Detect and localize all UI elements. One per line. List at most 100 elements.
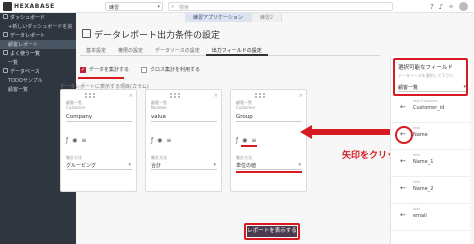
field-cards: × 顧客一覧 Customer Company ƒ ◉ ≡ 集計方法 グルーピング… <box>60 89 307 192</box>
arrow-left-icon[interactable]: ← <box>400 157 406 165</box>
database-icon <box>3 68 8 73</box>
aggregate-option[interactable]: ✓ データを集計する <box>80 66 129 73</box>
card-meta: 顧客一覧 Customer <box>66 100 86 110</box>
list-item[interactable]: ← text Name_2 <box>391 177 470 204</box>
app-tabs: 練習アプリケーション 練習2 <box>185 13 283 22</box>
highlight-underline <box>78 77 124 79</box>
list-icon[interactable]: ≡ <box>251 137 256 144</box>
cross-option[interactable]: クロス集計を利用する <box>141 66 200 73</box>
settings-tabs: 基本設定 権限の設定 データソースの設定 出力フィールドの設定 <box>80 44 380 56</box>
workspace-value: 練習 <box>109 5 120 11</box>
field-card[interactable]: × 顧客一覧 Number value ƒ ◉ ≡ 集計方法 合計 ▾ <box>145 89 222 192</box>
available-fields-panel: 選択可能なフィールド データソースを選択して下さい 顧客一覧 ▾ ← text C… <box>390 56 470 244</box>
chevron-down-icon: ▾ <box>213 162 216 168</box>
sidebar-item-dashboard[interactable]: ダッシュボード <box>0 13 76 22</box>
sidebar-item-new-dashboard[interactable]: +新しいダッシュボードを追 <box>0 22 76 31</box>
available-fields-header: 選択可能なフィールド データソースを選択して下さい 顧客一覧 ▾ <box>393 58 468 96</box>
drag-handle-icon[interactable] <box>85 93 96 98</box>
card-meta: 顧客一覧 Number <box>151 100 168 110</box>
list-item[interactable]: ← text email <box>391 204 470 231</box>
chevron-down-icon: ▾ <box>157 4 160 10</box>
app-tab-practice[interactable]: 練習アプリケーション <box>185 13 252 22</box>
search-input[interactable]: ⌕ 検索 <box>168 2 393 11</box>
sidebar-item-favorites[interactable]: よく使う一覧 <box>0 49 76 58</box>
drag-handle-icon[interactable] <box>170 93 181 98</box>
tab-permissions[interactable]: 権限の設定 <box>112 44 149 56</box>
star-icon <box>3 50 8 55</box>
aggregate-method-label: 集計方法 <box>151 155 167 160</box>
card-icons: ƒ ◉ ≡ <box>236 137 256 144</box>
eye-icon[interactable]: ◉ <box>72 137 77 144</box>
aggregate-method-label: 集計方法 <box>236 155 252 160</box>
close-icon[interactable]: × <box>214 93 218 99</box>
list-icon[interactable]: ≡ <box>81 137 86 144</box>
field-card[interactable]: × 顧客一覧 Customer Group ƒ ◉ ≡ 集計方法 単位の値 ▾ <box>230 89 307 192</box>
sidebar-item-database[interactable]: データベース <box>0 67 76 76</box>
function-icon[interactable]: ƒ <box>151 137 153 144</box>
arrow-left-icon[interactable]: ← <box>400 184 406 192</box>
available-fields-subtitle: データソースを選択して下さい <box>398 73 454 78</box>
aggregate-method-select[interactable]: グルーピング ▾ <box>66 162 132 170</box>
aggregate-method-label: 集計方法 <box>66 155 82 160</box>
arrow-left-icon[interactable]: ← <box>400 130 406 138</box>
help-icon[interactable]: ? <box>430 3 434 11</box>
highlight-underline <box>241 145 257 147</box>
aggregate-method-select[interactable]: 単位の値 ▾ <box>236 162 302 170</box>
search-placeholder: 検索 <box>179 5 190 11</box>
highlight-underline <box>236 171 302 173</box>
field-name-input[interactable]: value <box>151 114 217 122</box>
show-report-button-frame: レポートを表示する <box>244 223 300 240</box>
drag-handle-icon[interactable] <box>255 93 266 98</box>
annotation-arrow-icon <box>300 125 392 139</box>
page-title: データレポート出力条件の設定 <box>94 31 221 41</box>
close-icon[interactable]: × <box>299 93 303 99</box>
aggregate-method-select[interactable]: 合計 ▾ <box>151 162 217 170</box>
aggregate-label: データを集計する <box>89 67 130 73</box>
table-icon <box>82 29 91 38</box>
app-tab-practice2[interactable]: 練習2 <box>251 13 283 22</box>
aggregate-options: ✓ データを集計する クロス集計を利用する <box>80 66 200 73</box>
eye-icon[interactable]: ◉ <box>242 137 247 144</box>
bell-icon[interactable]: ♪ <box>439 3 443 11</box>
function-icon[interactable]: ƒ <box>66 137 68 144</box>
tab-basic[interactable]: 基本設定 <box>80 44 112 56</box>
show-report-button[interactable]: レポートを表示する <box>247 226 297 237</box>
chevron-down-icon: ▾ <box>128 162 131 168</box>
list-icon[interactable]: ≡ <box>166 137 171 144</box>
bird-icon[interactable]: ✧ <box>448 3 454 11</box>
header-icons: ? ♪ ✧ <box>430 2 468 11</box>
close-icon[interactable]: × <box>129 93 133 99</box>
arrow-left-icon[interactable]: ← <box>400 103 406 111</box>
card-icons: ƒ ◉ ≡ <box>66 137 86 144</box>
sidebar-item-data-report[interactable]: データレポート <box>0 31 76 40</box>
eye-icon[interactable]: ◉ <box>157 137 162 144</box>
arrow-left-icon[interactable]: ← <box>400 211 406 219</box>
card-meta: 顧客一覧 Customer <box>236 100 256 110</box>
logo-text: HEXABASE <box>14 3 55 10</box>
field-name-input[interactable]: Group <box>236 114 302 122</box>
chevron-down-icon: ▾ <box>298 162 301 168</box>
list-item[interactable]: ← text Customer Customer_id <box>391 96 470 123</box>
search-icon: ⌕ <box>171 3 175 10</box>
list-item[interactable]: ← text Name_1 <box>391 150 470 177</box>
aggregate-checkbox[interactable]: ✓ <box>80 66 86 73</box>
function-icon[interactable]: ƒ <box>236 137 238 144</box>
tab-output-fields[interactable]: 出力フィールドの設定 <box>205 44 268 56</box>
card-icons: ƒ ◉ ≡ <box>151 137 171 144</box>
sidebar-item-list[interactable]: 一覧 <box>0 58 76 67</box>
field-name-input[interactable]: Company <box>66 114 132 122</box>
chevron-down-icon: ▾ <box>463 84 466 90</box>
list-item[interactable]: ← text Name <box>391 123 470 150</box>
dashboard-icon <box>3 14 8 19</box>
cross-checkbox[interactable] <box>141 66 148 73</box>
avatar[interactable] <box>459 2 468 11</box>
sidebar-item-customer-report[interactable]: 顧客レポート <box>0 40 76 49</box>
top-bar: HEXABASE 練習 ▾ ⌕ 検索 ? ♪ ✧ <box>0 0 474 13</box>
workspace-select[interactable]: 練習 ▾ <box>105 2 163 11</box>
tab-datasource[interactable]: データソースの設定 <box>149 44 206 56</box>
available-fields-title: 選択可能なフィールド <box>398 65 453 71</box>
datasource-select[interactable]: 顧客一覧 ▾ <box>398 84 466 92</box>
cross-label: クロス集計を利用する <box>150 67 201 73</box>
field-card[interactable]: × 顧客一覧 Customer Company ƒ ◉ ≡ 集計方法 グルーピング… <box>60 89 137 192</box>
report-icon <box>3 32 8 37</box>
